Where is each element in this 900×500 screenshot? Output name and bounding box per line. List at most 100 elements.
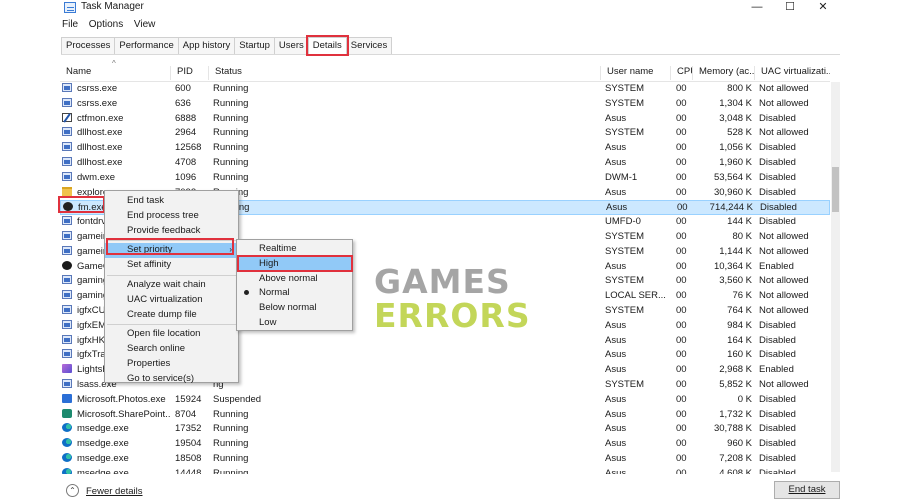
column-header-status[interactable]: Status <box>209 66 601 80</box>
process-status: Running <box>213 467 249 474</box>
process-cpu: 00 <box>676 186 687 198</box>
menu-item-set-affinity[interactable]: Set affinity <box>105 258 238 273</box>
process-memory: 4,608 K <box>719 467 752 474</box>
tab-users[interactable]: Users <box>273 37 309 54</box>
process-user: SYSTEM <box>605 231 645 242</box>
priority-normal[interactable]: Normal <box>237 286 352 301</box>
title-bar: Task Manager — ☐ ✕ <box>60 0 840 16</box>
tab-app-history[interactable]: App history <box>177 37 236 54</box>
process-user: SYSTEM <box>605 275 645 287</box>
column-header-user-name[interactable]: User name <box>601 66 671 80</box>
column-header-pid[interactable]: PID <box>171 66 209 80</box>
menu-item-end-task[interactable]: End task <box>105 194 238 209</box>
table-row[interactable]: msedge.exe 17352 Running Asus 00 30,788 K Disa… <box>60 422 830 437</box>
menu-item-open-file-location[interactable]: Open file location <box>105 327 238 342</box>
table-row[interactable]: dllhost.exe 2964 Running SYSTEM 00 528 K Not a… <box>60 126 830 141</box>
table-row[interactable]: msedge.exe 14448 Running Asus 00 4,608 K Disab… <box>60 467 830 474</box>
menu-view[interactable]: View <box>134 19 156 30</box>
process-status: Running <box>213 83 249 94</box>
process-cpu: 00 <box>676 408 687 420</box>
process-memory: 5,852 K <box>719 379 752 390</box>
process-user: SYSTEM <box>605 305 645 316</box>
menu-item-set-priority[interactable]: Set priority › <box>105 243 238 259</box>
tab-details[interactable]: Details <box>305 35 349 56</box>
priority-low[interactable]: Low <box>237 316 352 331</box>
table-row[interactable]: msedge.exe 18508 Running Asus 00 7,208 K Disab… <box>60 452 830 467</box>
process-memory: 30,960 K <box>713 186 752 198</box>
process-name: ctfmon.exe <box>77 112 124 124</box>
table-row[interactable]: dwm.exe 1096 Running DWM-1 00 53,564 K Disable… <box>60 171 830 186</box>
table-row[interactable]: ctfmon.exe 6888 Running Asus 00 3,048 K Disabl… <box>60 112 830 127</box>
fewer-details-link[interactable]: Fewer details <box>86 486 143 497</box>
scrollbar-thumb[interactable] <box>832 167 839 212</box>
minimize-button[interactable]: — <box>740 0 774 16</box>
task-manager-icon <box>64 2 76 13</box>
process-status: Running <box>213 408 249 420</box>
process-cpu: 00 <box>676 171 687 183</box>
priority-above-normal-label: Above normal <box>259 272 318 284</box>
process-cpu: 00 <box>676 467 687 474</box>
table-row[interactable]: dllhost.exe 12568 Running Asus 00 1,056 K Disa… <box>60 141 830 156</box>
table-row[interactable]: Microsoft.SharePoint.... 8704 Running Asus 0… <box>60 408 830 423</box>
process-cpu: 00 <box>676 393 687 405</box>
menu-item-properties[interactable]: Properties <box>105 357 238 372</box>
priority-realtime[interactable]: Realtime <box>237 242 352 257</box>
process-user: Asus <box>605 438 627 450</box>
process-memory: 10,364 K <box>713 260 752 272</box>
table-row[interactable]: csrss.exe 636 Running SYSTEM 00 1,304 K Not al… <box>60 97 830 112</box>
column-header-name[interactable]: Name <box>60 66 171 80</box>
process-status: Running <box>213 423 249 435</box>
process-uac: Enabled <box>759 260 794 272</box>
process-cpu: 00 <box>676 379 687 390</box>
process-cpu: 00 <box>676 157 687 168</box>
process-name: msedge.exe <box>77 467 129 474</box>
table-row[interactable]: msedge.exe 19504 Running Asus 00 960 K Disable… <box>60 437 830 452</box>
maximize-button[interactable]: ☐ <box>773 0 807 16</box>
priority-above-normal[interactable]: Above normal <box>237 272 352 287</box>
process-uac: Not allowed <box>759 275 809 287</box>
table-row[interactable]: csrss.exe 600 Running SYSTEM 00 800 K Not allo… <box>60 82 830 97</box>
process-cpu: 00 <box>676 83 687 94</box>
column-header-uac-virtualization[interactable]: UAC virtualizati... <box>755 66 830 80</box>
process-pid: 600 <box>175 83 191 94</box>
process-memory: 1,056 K <box>719 142 752 154</box>
priority-low-label: Low <box>259 317 277 328</box>
column-header-cpu[interactable]: CPU <box>671 66 693 80</box>
tab-performance[interactable]: Performance <box>114 37 179 54</box>
table-row[interactable]: dllhost.exe 4708 Running Asus 00 1,960 K Disab… <box>60 156 830 171</box>
process-name: dllhost.exe <box>77 127 123 139</box>
priority-high[interactable]: High <box>237 256 352 272</box>
menu-item-go-to-service-s[interactable]: Go to service(s) <box>105 372 238 387</box>
menu-item-search-online[interactable]: Search online <box>105 342 238 357</box>
tab-strip: Processes Performance App history Startu… <box>61 35 840 56</box>
menu-item-analyze-wait-chain[interactable]: Analyze wait chain <box>105 278 238 293</box>
column-header-memory[interactable]: Memory (ac... <box>693 66 755 80</box>
menu-options[interactable]: Options <box>89 19 123 30</box>
process-uac: Enabled <box>759 364 794 376</box>
menu-item-create-dump-file[interactable]: Create dump file <box>105 308 238 323</box>
process-uac: Disabled <box>759 393 796 405</box>
menu-file[interactable]: File <box>62 19 78 30</box>
menu-item-provide-feedback[interactable]: Provide feedback <box>105 224 238 239</box>
menu-item-end-process-tree[interactable]: End process tree <box>105 209 238 224</box>
process-memory: 1,144 K <box>719 245 752 257</box>
process-user: SYSTEM <box>605 83 645 94</box>
process-uac: Disabled <box>759 171 796 183</box>
process-user: Asus <box>605 142 627 154</box>
tab-services[interactable]: Services <box>345 37 393 54</box>
process-cpu: 00 <box>676 142 687 154</box>
menu-item-provide-feedback-label: Provide feedback <box>127 224 201 236</box>
process-user: DWM-1 <box>605 171 638 183</box>
process-status: Running <box>213 142 249 154</box>
table-row[interactable]: Microsoft.Photos.exe 15924 Suspended Asus 00… <box>60 393 830 408</box>
chevron-up-icon[interactable]: ⌃ <box>66 484 79 497</box>
process-memory: 528 K <box>727 127 752 139</box>
vertical-scrollbar[interactable] <box>831 82 840 472</box>
process-cpu: 00 <box>676 438 687 450</box>
end-task-button[interactable]: End task <box>774 481 840 499</box>
tab-startup[interactable]: Startup <box>234 37 275 54</box>
tab-processes[interactable]: Processes <box>61 37 116 54</box>
priority-below-normal[interactable]: Below normal <box>237 301 352 316</box>
menu-item-uac-virtualization[interactable]: UAC virtualization <box>105 293 238 308</box>
close-button[interactable]: ✕ <box>806 0 840 16</box>
